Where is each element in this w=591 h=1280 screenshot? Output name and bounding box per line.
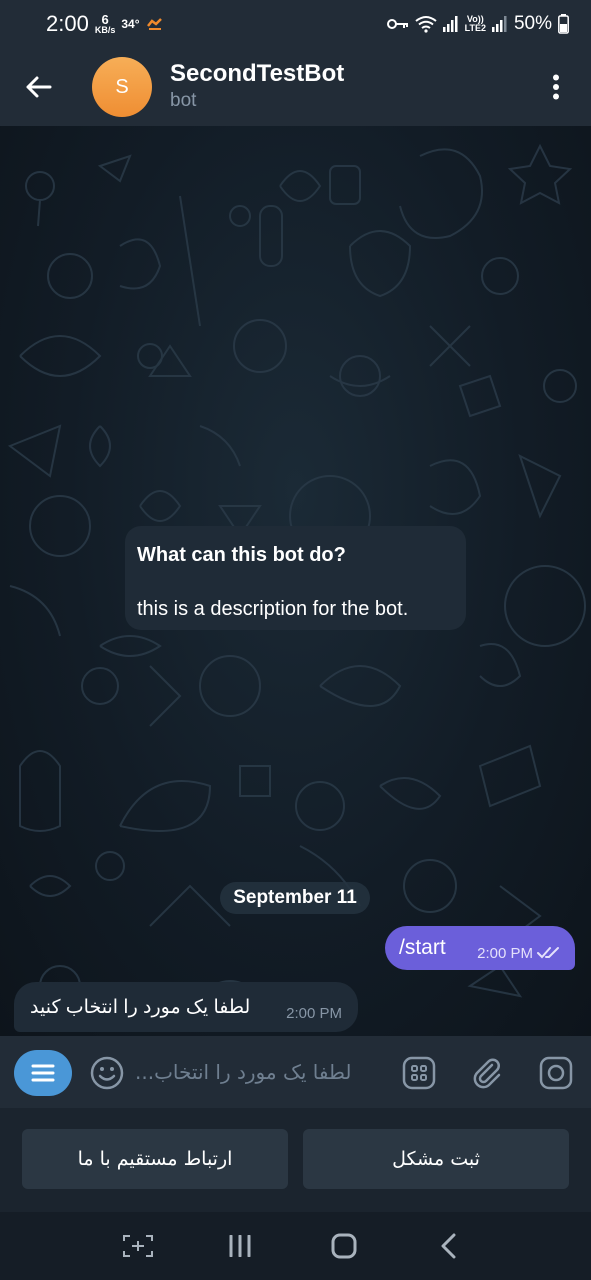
smile-icon <box>90 1056 124 1090</box>
more-menu-button[interactable] <box>541 71 571 103</box>
message-meta: 2:00 PM <box>477 935 561 962</box>
battery-percent: 50% <box>513 13 552 34</box>
chat-subtitle: bot <box>170 90 197 111</box>
chat-area[interactable]: What can this bot do? this is a descript… <box>0 126 591 1036</box>
message-input-bar <box>0 1036 591 1108</box>
system-back-button[interactable] <box>428 1230 468 1262</box>
home-icon <box>331 1233 357 1259</box>
status-bar: 2:00 6 KB/s 34° Vo)) LTE2 50% <box>0 0 591 48</box>
wifi-icon <box>415 16 437 33</box>
message-time: 2:00 PM <box>286 1004 342 1022</box>
incoming-message[interactable]: لطفا یک مورد را انتخاب کنید 2:00 PM <box>14 982 358 1032</box>
message-text: لطفا یک مورد را انتخاب کنید <box>30 996 251 1018</box>
recents-icon <box>229 1235 251 1257</box>
key-icon <box>386 19 408 29</box>
volte-indicator: Vo)) LTE2 <box>465 15 486 33</box>
double-check-icon <box>537 947 559 959</box>
notification-app-icon <box>146 18 162 30</box>
network-speed-unit: KB/s <box>94 24 116 35</box>
bot-description-text: this is a description for the bot. <box>137 598 409 620</box>
temperature: 34° <box>121 17 140 31</box>
back-button[interactable] <box>0 48 76 126</box>
menu-lines-icon <box>31 1064 55 1082</box>
message-time: 2:00 PM <box>477 944 533 962</box>
home-button[interactable] <box>324 1230 364 1262</box>
keyboard-button-report-issue[interactable]: ثبت مشکل <box>303 1129 569 1189</box>
attach-button[interactable] <box>468 1054 506 1092</box>
chat-title-block[interactable]: SecondTestBot bot <box>170 60 344 114</box>
keyboard-button-contact[interactable]: ارتباط مستقیم با ما <box>22 1129 288 1189</box>
arrow-left-icon <box>26 76 52 98</box>
system-navigation-bar <box>0 1212 591 1280</box>
date-separator: September 11 <box>220 882 370 914</box>
camera-icon <box>539 1056 573 1090</box>
emoji-button[interactable] <box>88 1054 126 1092</box>
keyboard-grid-icon <box>402 1056 436 1090</box>
bot-reply-keyboard: ارتباط مستقیم با ما ثبت مشکل <box>0 1108 591 1212</box>
bot-avatar[interactable]: S <box>92 57 152 117</box>
network-speed: 6 KB/s <box>94 13 116 35</box>
camera-button[interactable] <box>537 1054 575 1092</box>
status-time: 2:00 <box>46 11 89 36</box>
more-vertical-icon <box>553 74 559 100</box>
paperclip-icon <box>473 1058 501 1089</box>
recent-apps-button[interactable] <box>220 1230 260 1262</box>
signal-icon-2 <box>491 16 507 32</box>
chat-header: S SecondTestBot bot <box>0 48 591 126</box>
chat-title: SecondTestBot <box>170 60 345 87</box>
bot-keyboard-button[interactable] <box>400 1054 438 1092</box>
status-right-indicators: Vo)) LTE2 50% <box>386 13 569 35</box>
message-text: /start <box>399 936 446 959</box>
signal-icon <box>442 16 458 32</box>
screenshot-capture-button[interactable] <box>118 1230 158 1262</box>
outgoing-message[interactable]: /start 2:00 PM <box>385 926 575 970</box>
bot-description-card: What can this bot do? this is a descript… <box>125 526 466 630</box>
volte-line-2: LTE2 <box>464 23 486 33</box>
bot-description-title: What can this bot do? <box>137 544 346 566</box>
message-input[interactable] <box>135 1054 380 1090</box>
bot-menu-button[interactable] <box>14 1050 72 1096</box>
chevron-left-icon <box>441 1233 456 1259</box>
avatar-letter: S <box>115 75 129 98</box>
battery-icon <box>558 14 569 34</box>
capture-icon <box>123 1235 153 1257</box>
status-left-indicators: 6 KB/s 34° <box>94 13 164 35</box>
